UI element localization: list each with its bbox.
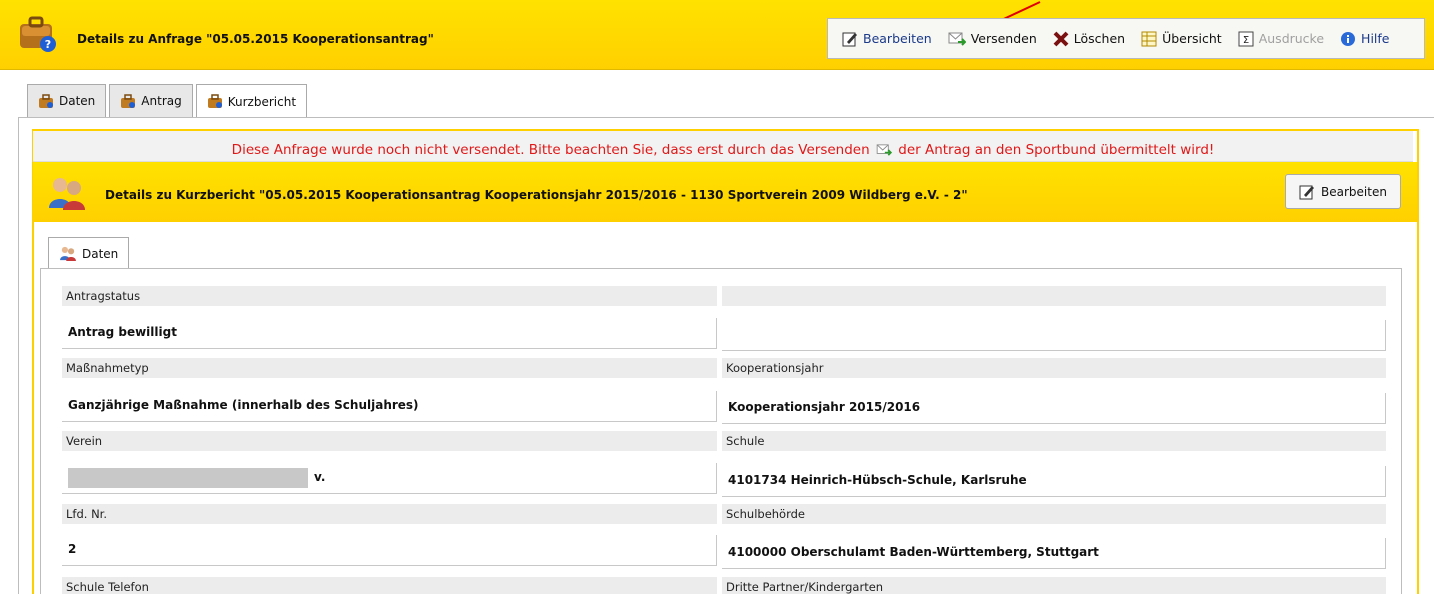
main-toolbar: Bearbeiten Versenden Löschen Übersicht Σ…	[827, 18, 1425, 59]
tab-antrag[interactable]: Antrag	[109, 84, 193, 117]
kooperationsjahr-value: Kooperationsjahr 2015/2016	[722, 393, 1386, 424]
briefcase-icon	[207, 94, 222, 108]
schulbehoerde-label: Schulbehörde	[722, 504, 1386, 524]
dritte-partner-label: Dritte Partner/Kindergarten	[722, 577, 1386, 594]
edit-icon	[1299, 185, 1315, 199]
schule-label: Schule	[722, 431, 1386, 451]
people-icon	[49, 178, 85, 210]
edit-icon	[842, 32, 857, 46]
lfdnr-label: Lfd. Nr.	[62, 504, 717, 524]
help-button[interactable]: Hilfe	[1340, 31, 1389, 47]
main-tabs: Daten Antrag Kurzbericht	[27, 84, 308, 118]
massnahmetyp-label: Maßnahmetyp	[62, 358, 717, 378]
send-mail-icon	[948, 32, 966, 46]
briefcase-icon	[121, 93, 136, 108]
empty-label	[722, 286, 1386, 306]
lfdnr-value: 2	[62, 535, 717, 566]
kooperationsjahr-label: Kooperationsjahr	[722, 358, 1386, 378]
delete-button[interactable]: Löschen	[1053, 31, 1125, 47]
delete-icon	[1053, 31, 1069, 46]
not-sent-notice: Diese Anfrage wurde noch nicht versendet…	[33, 131, 1413, 162]
antragstatus-value: Antrag bewilligt	[62, 318, 717, 349]
briefcase-help-icon: ?	[20, 16, 56, 52]
detail-header: Details zu Kurzbericht "05.05.2015 Koope…	[33, 162, 1417, 222]
schule-value: 4101734 Heinrich-Hübsch-Schule, Karlsruh…	[722, 466, 1386, 497]
prints-button[interactable]: Σ Ausdrucke	[1238, 31, 1324, 47]
antragstatus-label: Antragstatus	[62, 286, 717, 306]
schule-telefon-label: Schule Telefon	[62, 577, 717, 594]
verein-label: Verein	[62, 431, 717, 451]
table-icon	[1141, 31, 1157, 46]
tab-detail-daten[interactable]: Daten	[48, 237, 130, 269]
sigma-icon: Σ	[1238, 31, 1254, 46]
page-title: Details zu Anfrage "05.05.2015 Kooperati…	[77, 32, 434, 46]
people-icon	[60, 246, 76, 261]
svg-text:Σ: Σ	[1243, 35, 1249, 46]
tab-kurzbericht[interactable]: Kurzbericht	[195, 84, 308, 118]
overview-button[interactable]: Übersicht	[1141, 31, 1222, 47]
detail-tabs: Daten	[48, 237, 130, 269]
send-mail-icon	[876, 144, 892, 156]
verein-value: v.	[62, 463, 717, 494]
detail-title: Details zu Kurzbericht "05.05.2015 Koope…	[105, 188, 968, 202]
schulbehoerde-value: 4100000 Oberschulamt Baden-Württemberg, …	[722, 538, 1386, 569]
send-button[interactable]: Versenden	[948, 31, 1037, 46]
briefcase-icon	[39, 93, 53, 108]
info-icon	[1341, 31, 1356, 46]
empty-value	[722, 320, 1386, 351]
edit-button[interactable]: Bearbeiten	[842, 31, 932, 47]
redacted-block	[68, 467, 308, 488]
svg-text:?: ?	[45, 38, 51, 51]
detail-edit-button[interactable]: Bearbeiten	[1285, 174, 1401, 209]
massnahmetyp-value: Ganzjährige Maßnahme (innerhalb des Schu…	[62, 391, 717, 422]
tab-daten[interactable]: Daten	[27, 84, 107, 117]
